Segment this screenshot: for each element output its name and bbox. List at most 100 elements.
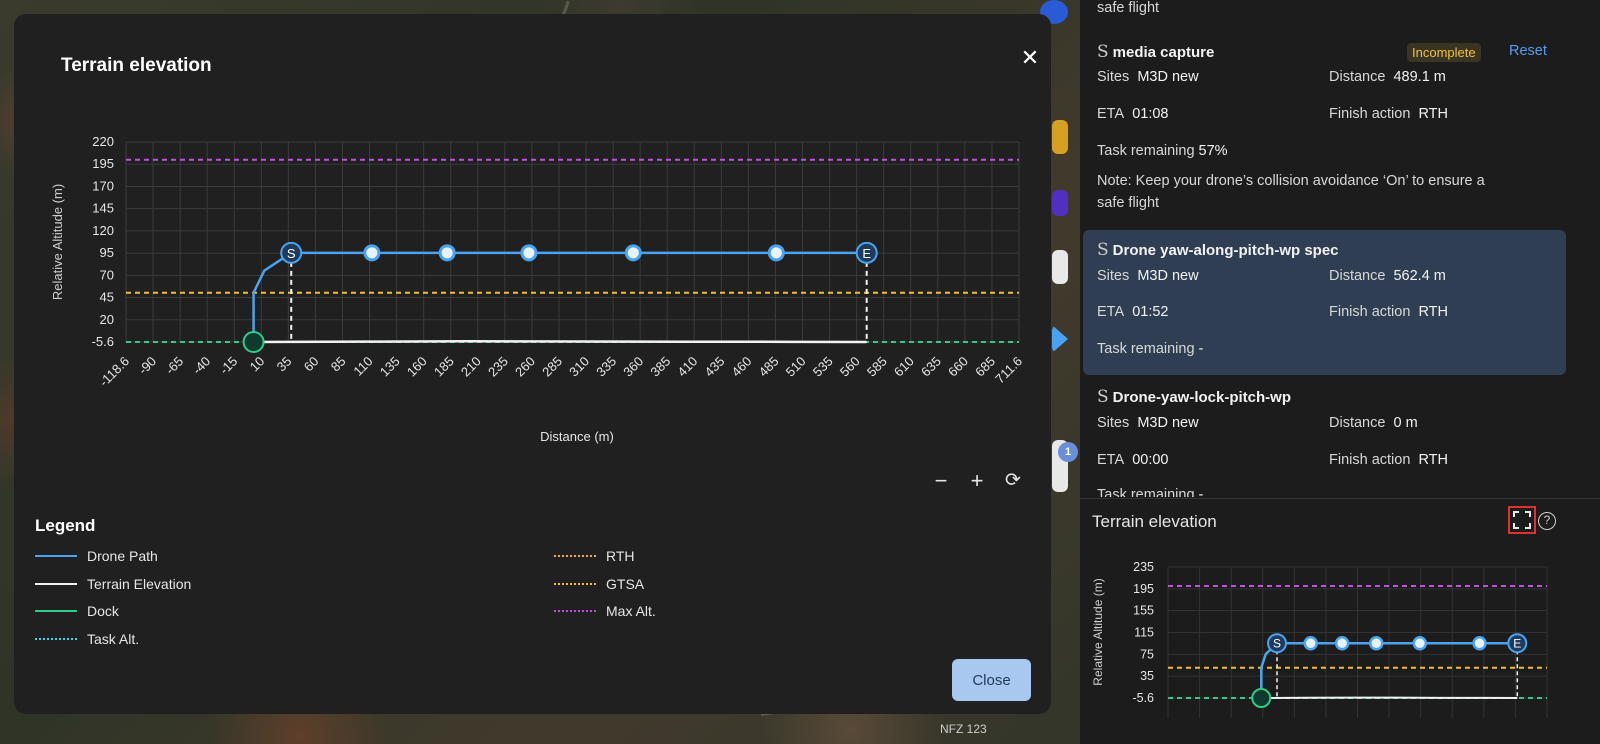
zoom-in-button[interactable]: + [965,469,989,493]
x-tick-label: 185 [431,354,457,380]
x-tick-label: -118.6 [96,354,132,390]
x-tick-label: 585 [864,354,890,380]
legend-label: Max Alt. [606,603,656,619]
map-zone-label: NFZ 123 [940,722,987,736]
close-icon[interactable]: ✕ [1018,46,1042,70]
legend-label: Dock [87,603,119,619]
remaining-value: - [1198,487,1204,497]
remaining-row: Task remaining - [1097,487,1203,497]
task-title-media-capture[interactable]: Smedia capture [1097,42,1214,62]
x-tick-label: 385 [647,354,673,380]
chart-grid [125,141,1020,343]
reset-zoom-icon[interactable]: ⟳ [1001,469,1025,493]
x-tick-label: 35 [274,354,295,375]
eta-label: ETA [1097,106,1125,122]
legend-swatch [35,638,77,640]
legend-swatch [35,555,77,557]
distance-label: Distance [1329,69,1386,85]
terrain-elevation-chart[interactable]: S E -5.6 20 45 70 95 120 145 170 195 220 -118.6 -90… [40,114,1030,474]
x-tick-label: 610 [891,354,917,380]
modal-title: Terrain elevation [61,55,212,76]
map-play-button[interactable] [1052,325,1068,353]
finish-row: Finish action RTH [1329,304,1448,320]
finish-row: Finish action RTH [1329,106,1448,122]
legend-label: Task Alt. [87,631,140,647]
x-tick-label: 510 [783,354,809,380]
task-note-line2: safe flight [1097,195,1160,211]
eta-label: ETA [1097,452,1125,468]
x-tick-label: 160 [404,354,430,380]
expand-icon[interactable] [1508,506,1536,534]
legend-swatch [554,610,596,612]
x-tick-label: 460 [729,354,755,380]
sites-value: M3D new [1137,268,1199,284]
x-tick-label: 560 [837,354,863,380]
waypoint-marker [363,244,381,262]
status-badge: Incomplete [1407,43,1481,62]
x-tick-label: 635 [918,354,944,380]
start-marker-label: S [287,246,296,261]
legend-item: Max Alt. [554,602,656,620]
sites-label: Sites [1097,268,1130,284]
legend-item: Task Alt. [35,630,139,648]
x-tick-label: -15 [216,354,240,378]
remaining-label: Task remaining [1097,487,1195,497]
y-tick-label: 70 [100,267,114,282]
y-tick-label: -5.6 [1132,691,1154,705]
y-tick-label: 145 [92,201,114,216]
y-tick-label: 195 [1133,582,1154,596]
remaining-label: Task remaining [1097,143,1195,159]
reset-link[interactable]: Reset [1509,43,1547,59]
task-name: Drone yaw-along-pitch-wp spec [1112,242,1339,259]
finish-label: Finish action [1329,452,1411,468]
dock-marker [242,331,265,353]
remaining-label: Task remaining [1097,341,1195,357]
x-tick-label: 210 [458,354,484,380]
y-tick-label: 45 [100,290,114,305]
x-tick-label: 110 [350,354,375,379]
x-tick-label: 60 [301,354,322,375]
finish-value: RTH [1418,452,1449,468]
legend-swatch [35,583,77,585]
task-note: Note: Keep your drone’s collision avoida… [1097,173,1485,189]
x-axis-label: Distance (m) [540,429,614,444]
x-tick-label: 535 [810,354,836,380]
distance-row: Distance 0 m [1329,415,1418,431]
panel-divider [1080,498,1600,499]
distance-row: Distance 562.4 m [1329,268,1446,284]
route-icon: S [1097,42,1109,62]
mini-y-axis-ticks: -5.6 35 75 115 155 195 235 [1132,560,1154,705]
x-tick-label: 135 [377,354,403,380]
y-tick-label: 170 [92,178,114,193]
legend-swatch [554,583,596,585]
expand-glyph [1513,511,1531,529]
map-tool-button[interactable] [1052,190,1068,216]
eta-row: ETA 01:52 [1097,304,1168,320]
task-title-yaw-lock[interactable]: S Drone-yaw-lock-pitch-wp [1097,387,1291,407]
sites-row: Sites M3D new [1097,415,1199,431]
task-name: Drone-yaw-lock-pitch-wp [1112,389,1292,406]
sites-value: M3D new [1137,415,1199,431]
waypoint-marker [1472,635,1487,651]
mini-terrain-chart[interactable]: S E -5.6 35 75 115 155 195 235 Relative Altitud… [1080,548,1600,744]
x-axis-ticks: -118.6 -90 -65 -40 -15 10 35 60 85 110 135 160 185 21… [96,354,1025,390]
eta-value: 00:00 [1132,452,1169,468]
y-axis-ticks: -5.6 20 45 70 95 120 145 170 195 220 [92,134,114,349]
zoom-out-button[interactable]: − [929,469,953,493]
map-scale-button[interactable] [1052,250,1068,284]
waypoint-marker [767,244,785,262]
waypoint-marker [1412,635,1428,651]
remaining-row: Task remaining 57% [1097,143,1228,159]
x-tick-label: 260 [512,354,538,380]
x-tick-label: 660 [945,354,971,380]
task-title-yaw-along[interactable]: S Drone yaw-along-pitch-wp spec [1097,240,1339,260]
help-icon[interactable]: ? [1538,512,1556,530]
dock-marker [1251,688,1272,708]
mission-panel: safe flight Smedia capture Incomplete Re… [1080,0,1600,744]
close-button[interactable]: Close [952,659,1031,701]
y-tick-label: 120 [92,223,114,238]
eta-value: 01:08 [1132,106,1169,122]
map-layer-button[interactable] [1052,120,1068,154]
x-tick-label: 335 [593,354,619,380]
distance-label: Distance [1329,268,1386,284]
